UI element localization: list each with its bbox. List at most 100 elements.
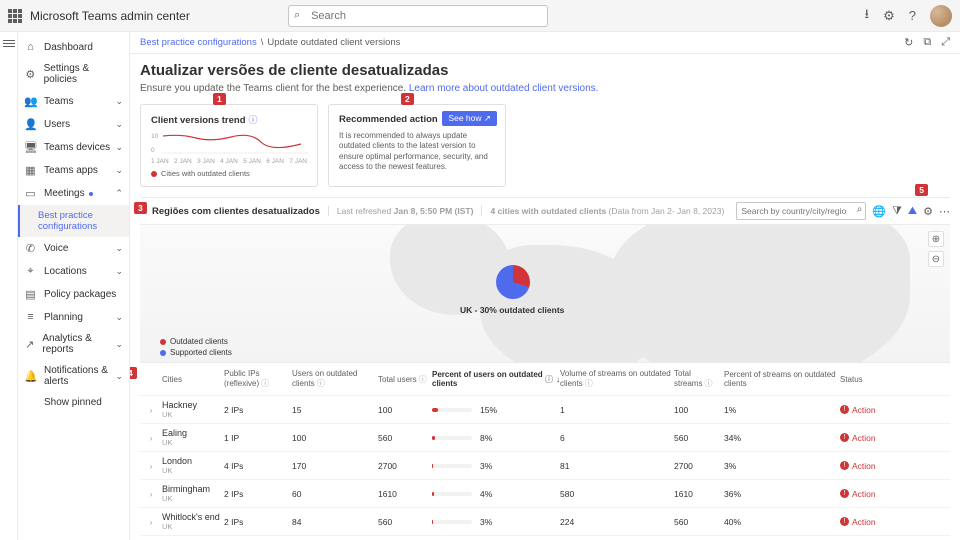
nav-icon: ▭ bbox=[24, 187, 37, 200]
settings-icon[interactable]: ⚙ bbox=[883, 8, 895, 24]
help-icon[interactable]: ? bbox=[909, 8, 916, 23]
nav-icon: ⌖ bbox=[24, 265, 37, 278]
sidebar-item-dashboard[interactable]: ⌂Dashboard bbox=[18, 36, 129, 58]
sidebar-item-meetings[interactable]: ▭Meetings⌃ bbox=[18, 182, 129, 205]
cell-vol: 6 bbox=[560, 433, 674, 443]
th-pct[interactable]: Percent of users on outdated clientsⓘ↓ bbox=[432, 370, 560, 388]
breadcrumb-current: Update outdated client versions bbox=[267, 37, 400, 48]
th-status[interactable]: Status bbox=[840, 375, 894, 384]
table-row: ›LondonUK4 IPs17027003%8127003%!Action bbox=[140, 452, 950, 480]
cell-city: HackneyUK bbox=[162, 400, 224, 419]
sidebar-item-settings-policies[interactable]: ⚙ Settings & policies bbox=[18, 58, 129, 90]
cell-pct: 8% bbox=[432, 433, 560, 443]
region-search-input[interactable] bbox=[736, 202, 866, 220]
breadcrumb-link[interactable]: Best practice configurations bbox=[140, 37, 257, 48]
menu-toggle-icon[interactable] bbox=[3, 38, 15, 540]
sidebar-item-label: Best practice configurations bbox=[38, 210, 123, 232]
th-uoc[interactable]: Users on outdated clientsⓘ bbox=[292, 369, 378, 389]
cell-ips: 2 IPs bbox=[224, 517, 292, 527]
map-area[interactable]: UK - 30% outdated clients Outdated clien… bbox=[140, 225, 950, 363]
action-link[interactable]: !Action bbox=[840, 433, 894, 443]
learn-more-link[interactable]: Learn more about outdated client version… bbox=[409, 83, 599, 94]
cell-city: BirminghamUK bbox=[162, 484, 224, 503]
search-icon: ⌕ bbox=[857, 204, 863, 215]
expand-row-icon[interactable]: › bbox=[140, 433, 162, 443]
action-link[interactable]: !Action bbox=[840, 461, 894, 471]
sidebar-item-users[interactable]: 👤Users⌄ bbox=[18, 113, 129, 136]
cell-pct: 15% bbox=[432, 405, 560, 415]
cell-uoc: 15 bbox=[292, 405, 378, 415]
sidebar: ⌂Dashboard⚙Settings & policies👥Teams⌄👤Us… bbox=[18, 32, 130, 540]
nav-icon: 🖥 bbox=[24, 141, 37, 154]
sidebar-item-label: Voice bbox=[44, 243, 68, 254]
cell-ips: 2 IPs bbox=[224, 489, 292, 499]
sidebar-item-voice[interactable]: ✆Voice⌄ bbox=[18, 237, 129, 260]
chevron-icon: ⌄ bbox=[115, 119, 123, 130]
app-launcher-icon[interactable] bbox=[8, 9, 22, 23]
action-link[interactable]: !Action bbox=[840, 489, 894, 499]
globe-icon[interactable]: 🌐 bbox=[872, 205, 886, 218]
copy-icon[interactable]: ⧉ bbox=[923, 36, 931, 49]
nav-icon: ⌂ bbox=[24, 41, 37, 53]
download-icon[interactable]: ⭳ bbox=[865, 5, 870, 27]
th-ips[interactable]: Public IPs (reflexive)ⓘ bbox=[224, 369, 292, 389]
th-tu[interactable]: Total usersⓘ bbox=[378, 374, 432, 385]
th-vol[interactable]: Volume of streams on outdated clientsⓘ bbox=[560, 369, 674, 389]
sidebar-item-teams-devices[interactable]: 🖥Teams devices⌄ bbox=[18, 136, 129, 159]
see-how-button[interactable]: See how ↗ bbox=[442, 111, 497, 126]
cell-pct: 3% bbox=[432, 461, 560, 471]
map-view-icon[interactable]: ⛰ bbox=[908, 205, 917, 218]
breadcrumb-sep: \ bbox=[261, 37, 264, 48]
sidebar-item-notifications-alerts[interactable]: 🔔Notifications & alerts⌄ bbox=[18, 360, 129, 392]
avatar[interactable] bbox=[930, 5, 952, 27]
sidebar-item-label: Show pinned bbox=[44, 397, 102, 408]
sidebar-item-teams-apps[interactable]: ▦Teams apps⌄ bbox=[18, 159, 129, 182]
sidebar-item-label: Notifications & alerts bbox=[44, 365, 115, 387]
search-input[interactable] bbox=[288, 5, 548, 27]
nav-icon: ⚙ bbox=[24, 68, 37, 81]
nav-icon: ▦ bbox=[24, 164, 37, 177]
info-icon[interactable]: ⓘ bbox=[249, 115, 258, 125]
zoom-out-button[interactable]: ⊖ bbox=[928, 251, 944, 267]
expand-row-icon[interactable]: › bbox=[140, 461, 162, 471]
th-cities[interactable]: Cities bbox=[162, 375, 224, 384]
expand-row-icon[interactable]: › bbox=[140, 517, 162, 527]
sidebar-item-planning[interactable]: ≡Planning⌄ bbox=[18, 306, 129, 328]
chevron-icon: ⌃ bbox=[115, 188, 123, 199]
cell-vol: 1 bbox=[560, 405, 674, 415]
action-link[interactable]: !Action bbox=[840, 405, 894, 415]
action-link[interactable]: !Action bbox=[840, 517, 894, 527]
sidebar-item-teams[interactable]: 👥Teams⌄ bbox=[18, 90, 129, 113]
search-icon: ⌕ bbox=[294, 9, 300, 22]
map-label: UK - 30% outdated clients bbox=[460, 305, 564, 315]
more-icon[interactable]: ⋯ bbox=[939, 205, 950, 218]
sidebar-item-policy-packages[interactable]: ▤ Policy packages bbox=[18, 283, 129, 306]
th-pstr[interactable]: Percent of streams on outdated clients bbox=[724, 370, 840, 388]
cell-tu: 560 bbox=[378, 433, 432, 443]
sidebar-item-label: Settings & policies bbox=[44, 63, 123, 85]
sidebar-item-best-practice-configurations[interactable]: Best practice configurations bbox=[18, 205, 129, 237]
nav-icon: ▤ bbox=[24, 288, 37, 301]
sidebar-item-locations[interactable]: ⌖Locations⌄ bbox=[18, 260, 129, 283]
annotation-badge-3: 3 bbox=[134, 202, 147, 214]
cities-table: 4 Cities Public IPs (reflexive)ⓘ Users o… bbox=[140, 363, 950, 540]
alert-icon: ! bbox=[840, 433, 849, 442]
cell-pstr: 1% bbox=[724, 405, 840, 415]
expand-row-icon[interactable]: › bbox=[140, 405, 162, 415]
expand-icon[interactable]: ⤢ bbox=[941, 36, 950, 49]
alert-icon: ! bbox=[840, 405, 849, 414]
y-axis-bottom: 0 bbox=[151, 147, 155, 154]
zoom-in-button[interactable]: ⊕ bbox=[928, 231, 944, 247]
sidebar-item-analytics-reports[interactable]: ↗Analytics & reports⌄ bbox=[18, 328, 129, 360]
history-icon[interactable]: ↻ bbox=[904, 36, 913, 49]
sidebar-item-show-pinned[interactable]: Show pinned bbox=[18, 392, 129, 413]
sidebar-item-label: Teams devices bbox=[44, 142, 110, 153]
sidebar-item-label: Users bbox=[44, 119, 70, 130]
expand-row-icon[interactable]: › bbox=[140, 489, 162, 499]
cell-tu: 100 bbox=[378, 405, 432, 415]
sidebar-item-label: Policy packages bbox=[44, 289, 116, 300]
cell-ts: 2700 bbox=[674, 461, 724, 471]
filter-icon[interactable]: ⧩ bbox=[892, 205, 902, 218]
th-ts[interactable]: Total streamsⓘ bbox=[674, 369, 724, 389]
settings-gear-icon[interactable]: ⚙ bbox=[923, 205, 933, 218]
